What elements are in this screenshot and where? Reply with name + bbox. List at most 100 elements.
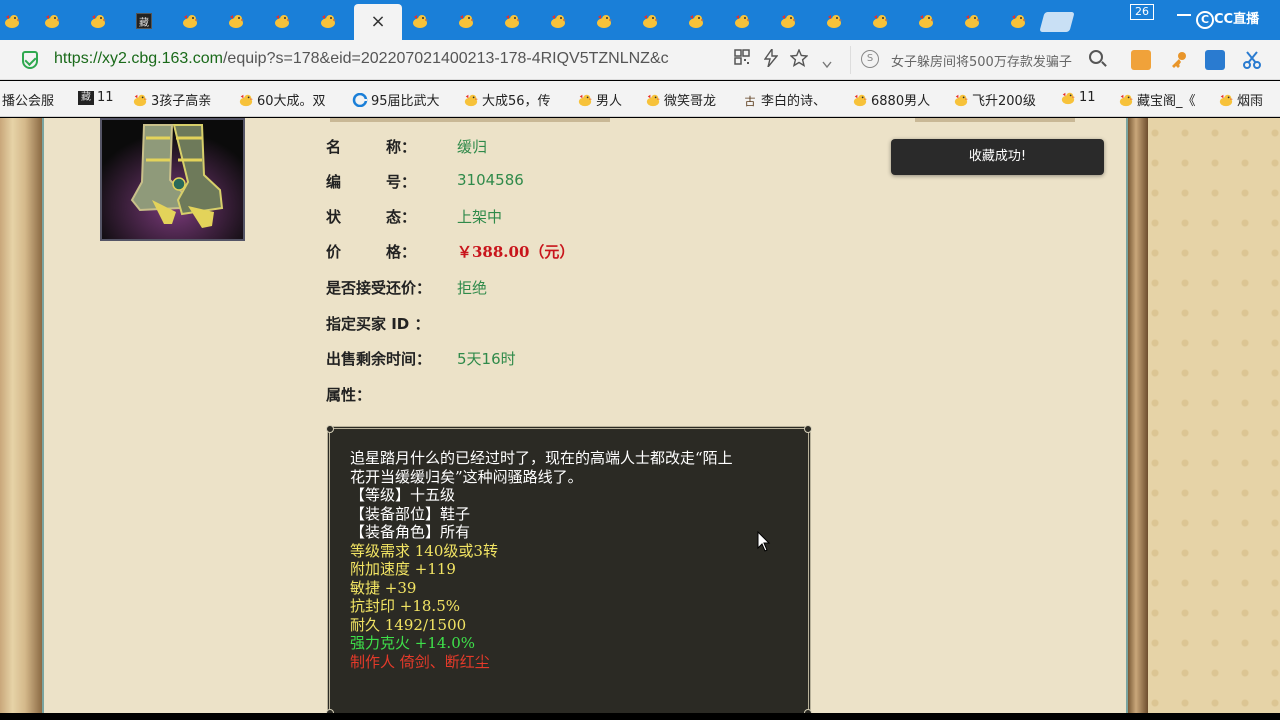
url-host: https://xy2.cbg.163.com (54, 50, 223, 67)
tab[interactable] (0, 6, 32, 36)
window-counter[interactable]: 26 (1130, 4, 1154, 20)
tab[interactable] (814, 6, 854, 36)
bookmark-label: 60大成。双 (257, 94, 326, 109)
detail-row: 是否接受还价： 拒绝 (326, 277, 487, 298)
extension-copy-icon[interactable] (1131, 50, 1151, 70)
search-input[interactable]: 女子躲房间将500万存款发骗子 (891, 51, 1081, 70)
tab[interactable] (860, 6, 900, 36)
chick-favicon-icon (1009, 13, 1027, 29)
bookmark-label: 播公会服 (2, 94, 55, 109)
detail-label: 编 号： (326, 173, 417, 191)
chick-favicon-icon (273, 13, 291, 29)
qr-icon[interactable] (734, 49, 750, 70)
tab[interactable] (446, 6, 486, 36)
tab[interactable] (216, 6, 256, 36)
lightning-icon[interactable] (763, 46, 779, 72)
bookmark-item[interactable]: 播公会服 (2, 90, 54, 109)
search-box[interactable]: S 女子躲房间将500万存款发骗子 (850, 46, 1115, 74)
search-engine-icon: S (861, 50, 879, 68)
bookmark-label: 11 (1079, 90, 1096, 105)
tab[interactable] (722, 6, 762, 36)
detail-row: 出售剩余时间： 5天16时 (326, 348, 516, 369)
bottom-bar (0, 713, 1280, 720)
chick-favicon-icon (963, 13, 981, 29)
tab[interactable] (584, 6, 624, 36)
bookmark-item[interactable]: 藏 11 (78, 90, 114, 105)
detail-value: 缓归 (457, 138, 488, 156)
url-field[interactable]: https://xy2.cbg.163.com/equip?s=178&eid=… (54, 50, 669, 68)
chick-favicon-icon (1218, 93, 1234, 107)
bookmark-item[interactable]: 60大成。双 (238, 90, 326, 109)
chick-favicon-icon (503, 13, 521, 29)
detail-value: 拒绝 (457, 279, 488, 297)
dark-favicon-icon: 藏 (136, 13, 152, 29)
new-tab-button[interactable] (1039, 12, 1075, 32)
tab[interactable] (32, 6, 72, 36)
shield-icon[interactable] (22, 51, 38, 69)
bookmark-item[interactable]: 95届比武大 (352, 90, 440, 109)
detail-row: 属性： (326, 384, 371, 405)
attribute-line: 强力克火 +14.0% (350, 634, 475, 652)
tab[interactable] (308, 6, 348, 36)
chick-favicon-icon (953, 93, 969, 107)
bookmark-item[interactable]: 男人 (577, 90, 622, 109)
bookmark-label: 大成56，传 (482, 94, 551, 109)
bookmark-label: 95届比武大 (371, 94, 440, 109)
bookmark-item[interactable]: 大成56，传 (463, 90, 551, 109)
url-path: /equip?s=178&eid=202207021400213-178-4RI… (222, 50, 669, 67)
minimize-icon[interactable] (1177, 14, 1191, 16)
bookmark-label: 11 (97, 90, 114, 105)
bookmark-item[interactable]: 烟雨 (1218, 90, 1263, 109)
key-icon[interactable] (1169, 50, 1189, 70)
chick-favicon-icon (411, 13, 429, 29)
scissors-icon[interactable] (1242, 50, 1262, 70)
attribute-line: 追星踏月什么的已经过时了，现在的高端人士都改走“陌上 (350, 449, 733, 467)
bookmark-item[interactable]: 3孩子高亲 (132, 90, 211, 109)
search-icon[interactable] (1089, 50, 1103, 64)
bookmark-item[interactable]: 微笑哥龙 (645, 90, 716, 109)
tab[interactable] (78, 6, 118, 36)
item-image (100, 118, 245, 241)
tab[interactable] (262, 6, 302, 36)
tab-active[interactable]: × (354, 4, 402, 40)
detail-row: 名 称： 缓归 (326, 136, 487, 157)
tab[interactable] (538, 6, 578, 36)
chick-favicon-icon (89, 13, 107, 29)
detail-value: 3104586 (457, 171, 524, 189)
tab[interactable] (952, 6, 992, 36)
chick-favicon-icon (871, 13, 889, 29)
star-icon[interactable] (789, 48, 809, 72)
chick-favicon-icon (577, 93, 593, 107)
tab[interactable] (906, 6, 946, 36)
attribute-line: 【装备部位】鞋子 (350, 504, 471, 523)
tab[interactable] (630, 6, 670, 36)
bookmark-item[interactable]: 6880男人 (852, 90, 930, 109)
translate-icon[interactable] (1205, 50, 1225, 70)
corner-ornament (804, 425, 812, 433)
tab[interactable] (400, 6, 440, 36)
bookmark-label: 6880男人 (871, 94, 931, 109)
tab-dark[interactable]: 藏 (124, 6, 164, 36)
bookmark-label: 李白的诗、 (761, 94, 827, 109)
detail-value: 5天16时 (457, 350, 516, 368)
attribute-text: 追星踏月什么的已经过时了，现在的高端人士都改走“陌上 花开当缓缓归矣”这种闷骚路线… (350, 449, 790, 671)
price-value: ￥388.00（元） (457, 243, 575, 261)
attribute-line: 耐久 1492/1500 (350, 615, 467, 634)
bookmark-item[interactable]: 藏宝阁_《 (1118, 90, 1196, 109)
chick-favicon-icon (181, 13, 199, 29)
brand-label: CC直播 (1214, 12, 1260, 27)
close-icon[interactable]: × (370, 13, 385, 31)
bookmark-item[interactable]: 古李白的诗、 (742, 90, 827, 109)
chick-favicon-icon (687, 13, 705, 29)
tab[interactable] (492, 6, 532, 36)
attribute-line: 等级需求 140级或3转 (350, 541, 498, 560)
chick-favicon-icon (43, 13, 61, 29)
chevron-down-icon[interactable] (822, 54, 832, 74)
bookmark-item[interactable]: 飞升200级 (953, 90, 1036, 109)
tab[interactable] (768, 6, 808, 36)
tab[interactable] (676, 6, 716, 36)
bookmark-item[interactable]: 11 (1060, 90, 1096, 105)
tab[interactable] (998, 6, 1038, 36)
dark-favicon-icon: 藏 (78, 90, 94, 105)
tab[interactable] (170, 6, 210, 36)
